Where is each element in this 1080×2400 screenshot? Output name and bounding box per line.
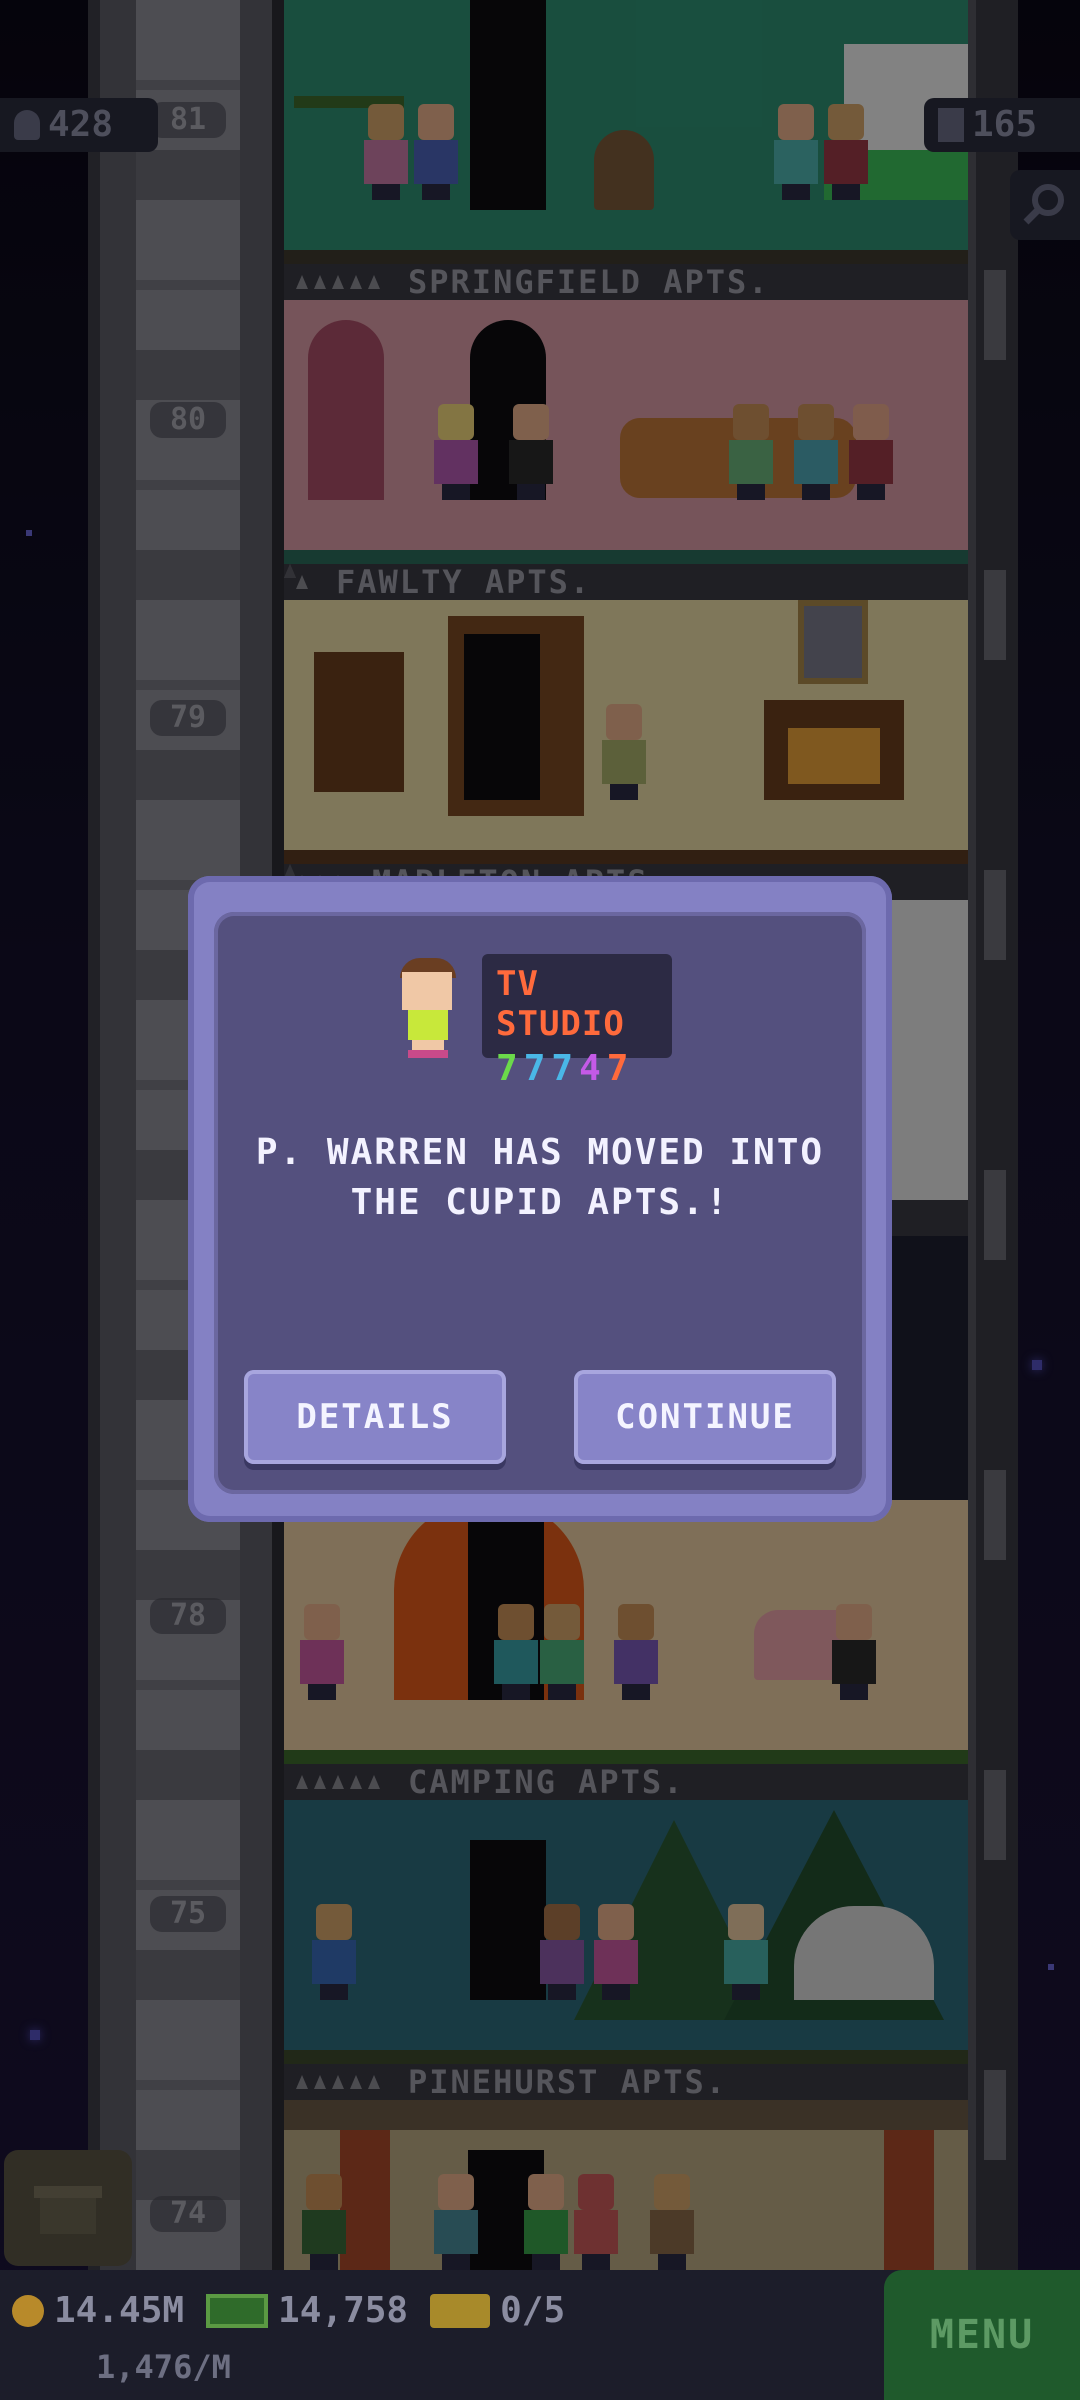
dream-job-badge: TV STUDIO 77747 <box>482 954 672 1089</box>
message-line: THE CUPID APTS.! <box>350 1182 730 1223</box>
coins-value: 14.45M <box>54 2290 185 2331</box>
dream-job-number: 77747 <box>496 1048 635 1089</box>
job-title: TV STUDIO <box>496 964 625 1044</box>
income-rate: 1,476/M <box>96 2348 231 2386</box>
dialog-panel: TV STUDIO 77747 P. WARREN HAS MOVED INTO… <box>214 912 866 1494</box>
details-button[interactable]: DETAILS <box>244 1370 506 1464</box>
menu-button[interactable]: MENU <box>884 2270 1080 2400</box>
ticket-icon <box>430 2293 491 2328</box>
message-line: P. WARREN HAS MOVED INTO <box>255 1132 825 1173</box>
move-in-dialog: TV STUDIO 77747 P. WARREN HAS MOVED INTO… <box>188 876 892 1522</box>
bitizen-avatar <box>394 958 460 1058</box>
continue-button[interactable]: CONTINUE <box>574 1370 836 1464</box>
game-screen: 81 80 79 78 75 74 SPRINGFIELD APTS. FAWL… <box>0 0 1080 2400</box>
dialog-message: P. WARREN HAS MOVED INTO THE CUPID APTS.… <box>234 1128 846 1228</box>
bux-value: 14,758 <box>278 2290 409 2331</box>
tickets-value: 0/5 <box>500 2290 566 2331</box>
coin-icon <box>12 2294 44 2327</box>
bux-icon <box>206 2293 269 2328</box>
